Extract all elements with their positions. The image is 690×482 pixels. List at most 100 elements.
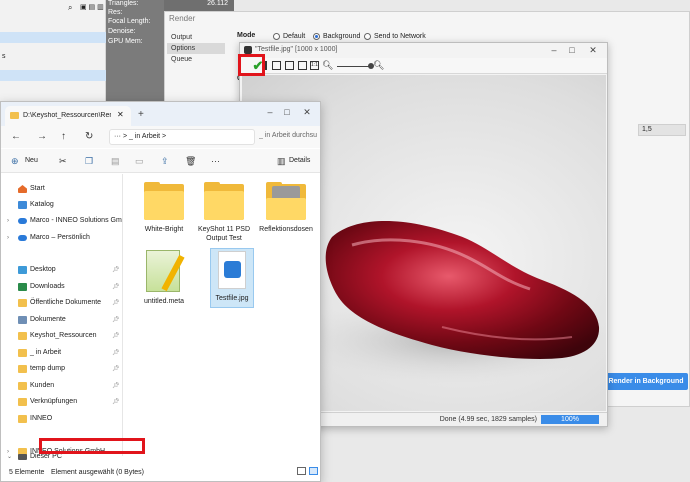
- nav-item-downloads[interactable]: Downloads 📌︎: [1, 280, 122, 294]
- mode-default-label: Default: [283, 33, 306, 40]
- nav-item-public-documents[interactable]: Öffentliche Dokumente 📌︎: [1, 296, 122, 310]
- scene-tree-selected-row[interactable]: [0, 32, 106, 43]
- maximize-icon[interactable]: □: [281, 106, 293, 118]
- paste-icon[interactable]: ▤: [111, 156, 120, 167]
- rename-icon[interactable]: ▭: [135, 156, 144, 167]
- nav-item-in-arbeit[interactable]: _ in Arbeit 📌︎: [1, 346, 122, 360]
- cloud-icon: [18, 218, 27, 224]
- crop-icon[interactable]: [285, 61, 294, 70]
- copy-icon[interactable]: ❐: [85, 156, 93, 167]
- search-icon[interactable]: ⌕: [68, 2, 72, 13]
- render-status-text: Done (4.99 sec, 1829 samples): [439, 416, 537, 423]
- denoise-label: Denoise:: [108, 28, 136, 35]
- app-icon: [244, 46, 252, 54]
- mode-default-radio[interactable]: Default: [273, 33, 305, 40]
- pin-icon[interactable]: 📌︎: [112, 395, 120, 409]
- render-in-background-button[interactable]: Render in Background: [604, 373, 688, 390]
- details-button-label[interactable]: Details: [289, 157, 310, 164]
- details-view-icon[interactable]: [297, 467, 306, 475]
- toolbar-icons[interactable]: ▣ ▤ ▥: [80, 2, 104, 13]
- file-item-untitled-meta[interactable]: untitled.meta: [135, 250, 193, 306]
- minimize-icon[interactable]: –: [264, 106, 276, 118]
- pin-icon[interactable]: 📌︎: [112, 313, 120, 327]
- numeric-field[interactable]: 1,5: [638, 124, 686, 136]
- file-item-testfile-jpg[interactable]: Testfile.jpg: [210, 248, 254, 308]
- explorer-tab[interactable]: D:\Keyshot_Ressourcen\Rende ✕: [5, 106, 131, 126]
- maximize-icon[interactable]: □: [566, 44, 578, 56]
- file-item-keyshot-psd[interactable]: KeyShot 11 PSD Output Test: [195, 182, 253, 243]
- viewer-titlebar: "Testfile.jpg" [1000 x 1000] – □ ✕: [240, 43, 607, 57]
- close-icon[interactable]: ✕: [301, 106, 313, 118]
- new-tab-icon[interactable]: +: [138, 109, 144, 120]
- nav-item-kunden[interactable]: Kunden 📌︎: [1, 379, 122, 393]
- nav-item-label: Öffentliche Dokumente: [30, 299, 102, 306]
- back-icon[interactable]: ←: [11, 131, 21, 142]
- zoom-slider-track[interactable]: [337, 66, 370, 67]
- share-icon[interactable]: ⇪: [161, 156, 169, 167]
- address-bar[interactable]: ··· > _ in Arbeit >: [109, 129, 255, 145]
- scene-info-panel: Triangles: Res: Focal Length: Denoise: G…: [106, 0, 164, 105]
- zoom-slider-handle[interactable]: [368, 63, 374, 69]
- new-icon[interactable]: ⊕: [11, 156, 19, 167]
- forward-icon[interactable]: →: [37, 131, 47, 142]
- chevron-right-icon[interactable]: ›: [7, 231, 9, 245]
- refresh-icon[interactable]: ↻: [85, 131, 93, 142]
- nav-item-label: Marco – Persönlich: [30, 234, 90, 241]
- folder-icon: [142, 182, 186, 222]
- sidebar-item-options[interactable]: Options: [167, 43, 225, 54]
- nav-item-start[interactable]: Start: [1, 182, 122, 196]
- new-button-label[interactable]: Neu: [25, 157, 38, 164]
- cut-icon[interactable]: ✂: [59, 156, 67, 167]
- delete-icon[interactable]: 🗑︎: [185, 156, 196, 167]
- nav-item-documents[interactable]: Dokumente 📌︎: [1, 313, 122, 327]
- nav-item-label: Kunden: [30, 382, 55, 389]
- image-file-icon: [213, 251, 251, 291]
- sidebar-item-output[interactable]: Output: [167, 32, 225, 43]
- pin-icon[interactable]: 📌︎: [112, 296, 120, 310]
- large-icons-view-icon[interactable]: [309, 467, 318, 475]
- pin-icon[interactable]: 📌︎: [112, 263, 120, 277]
- gpu-mem-label: GPU Mem:: [108, 38, 143, 45]
- folder-icon: [18, 382, 27, 390]
- scene-info-values: 26.112: [164, 0, 234, 11]
- close-icon[interactable]: ✕: [587, 44, 599, 56]
- close-tab-icon[interactable]: ✕: [117, 110, 124, 119]
- more-options-icon[interactable]: ···: [211, 156, 220, 166]
- scene-tree-selected-row-2[interactable]: [0, 70, 106, 81]
- pin-icon[interactable]: 📌︎: [112, 362, 120, 376]
- mode-label: Mode: [237, 32, 256, 39]
- nav-item-keyshot-ressourcen[interactable]: Keyshot_Ressourcen 📌︎: [1, 329, 122, 343]
- up-icon[interactable]: ↑: [61, 131, 66, 142]
- nav-item-temp-dump[interactable]: temp dump 📌︎: [1, 362, 122, 376]
- pin-icon[interactable]: 📌︎: [112, 379, 120, 393]
- viewer-title: "Testfile.jpg" [1000 x 1000]: [255, 46, 338, 53]
- nav-item-desktop[interactable]: Desktop 📌︎: [1, 263, 122, 277]
- pin-icon[interactable]: 📌︎: [112, 280, 120, 294]
- actual-size-icon[interactable]: 1:1: [310, 61, 319, 70]
- nav-item-onedrive-personal[interactable]: › Marco – Persönlich: [1, 231, 122, 245]
- chevron-right-icon[interactable]: ›: [7, 214, 9, 228]
- chevron-down-icon[interactable]: ⌄: [7, 450, 12, 464]
- nav-item-inneo[interactable]: INNEO: [1, 412, 122, 426]
- file-item-white-bright[interactable]: White-Bright: [135, 182, 193, 234]
- details-pane-icon[interactable]: ▥: [277, 156, 286, 167]
- zoom-in-icon[interactable]: 🔍︎: [373, 60, 384, 71]
- fit-icon[interactable]: [298, 61, 307, 70]
- pin-icon[interactable]: 📌︎: [112, 346, 120, 360]
- sidebar-item-queue[interactable]: Queue: [167, 54, 225, 65]
- nav-item-verknuepfungen[interactable]: Verknüpfungen 📌︎: [1, 395, 122, 409]
- pin-icon[interactable]: 📌︎: [112, 329, 120, 343]
- background-scene-panel: ⌕ ▣ ▤ ▥ s: [0, 0, 106, 105]
- mode-background-radio[interactable]: Background: [313, 33, 360, 40]
- search-input[interactable]: _ in Arbeit durchsu: [259, 129, 321, 145]
- nav-item-onedrive-business[interactable]: › Marco - INNEO Solutions GmbH: [1, 214, 122, 228]
- minimize-icon[interactable]: –: [548, 44, 560, 56]
- focal-length-label: Focal Length:: [108, 18, 151, 25]
- save-icon[interactable]: [272, 61, 281, 70]
- mode-network-radio[interactable]: Send to Network: [364, 33, 426, 40]
- zoom-out-icon[interactable]: 🔍︎: [322, 60, 333, 71]
- file-item-reflektionsdosen[interactable]: Reflektionsdosen: [257, 182, 315, 234]
- nav-item-katalog[interactable]: Katalog: [1, 198, 122, 212]
- file-name: White-Bright: [144, 226, 184, 233]
- scene-tree-row[interactable]: s: [0, 51, 106, 62]
